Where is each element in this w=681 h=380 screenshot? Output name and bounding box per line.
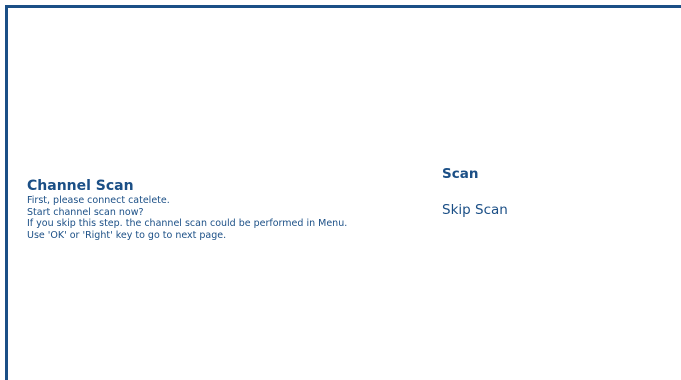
instruction-line-keys: Use 'OK' or 'Right' key to go to next pa… <box>27 229 227 241</box>
frame-left-border <box>5 5 8 380</box>
channel-scan-screen: Channel Scan First, please connect catel… <box>0 0 681 380</box>
instruction-line-start: Start channel scan now? <box>27 206 144 218</box>
instruction-line-connect: First, please connect catelete. <box>27 195 170 206</box>
skip-scan-option[interactable]: Skip Scan <box>442 202 508 218</box>
info-panel: Channel Scan First, please connect catel… <box>27 178 407 241</box>
frame-top-border <box>5 5 681 8</box>
scan-option[interactable]: Scan <box>442 166 508 182</box>
scan-options-menu: Scan Skip Scan <box>442 166 508 218</box>
page-title: Channel Scan <box>27 178 134 194</box>
instruction-line-skip: If you skip this step. the channel scan … <box>27 218 348 229</box>
